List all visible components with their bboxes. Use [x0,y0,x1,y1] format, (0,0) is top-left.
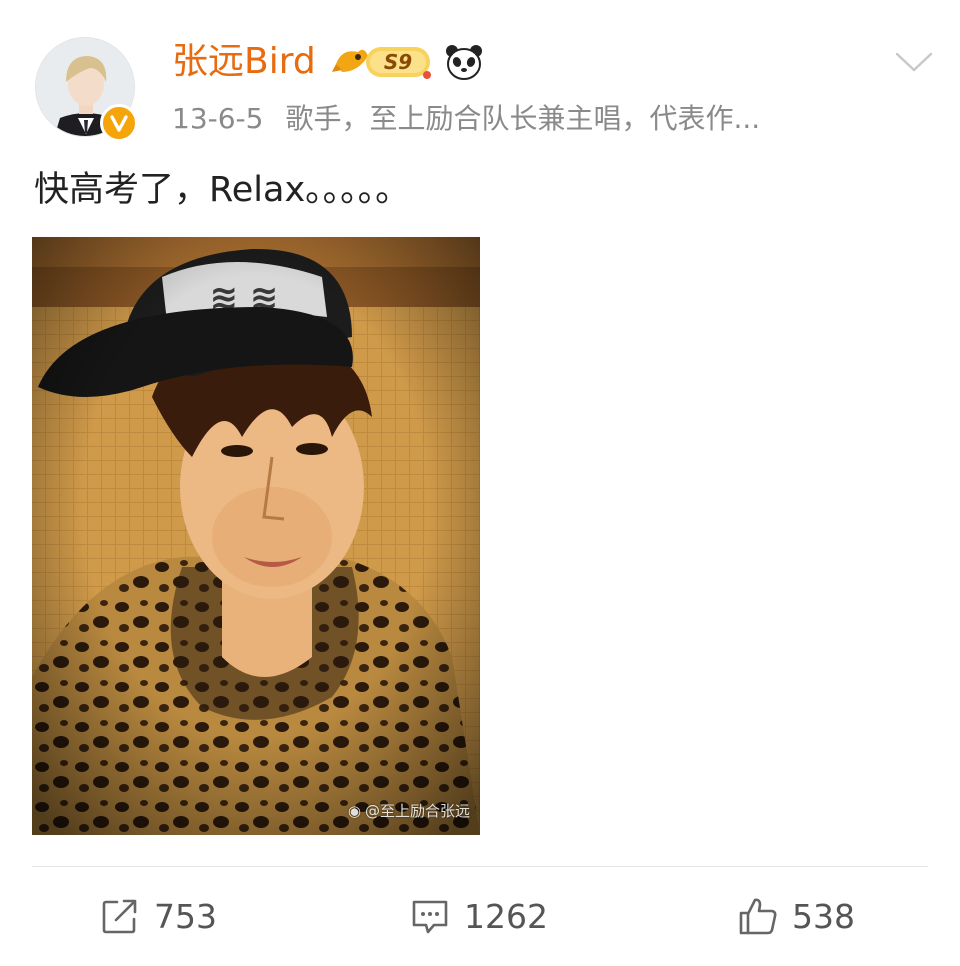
share-arrow-icon [102,899,137,934]
panda-icon [444,42,484,82]
comment-icon [412,900,448,934]
like-count: 538 [792,896,855,936]
post-image[interactable]: ≋ ≋ ◉ @至上励合张远 [32,237,480,835]
post-text: 快高考了，Relax。。。。。 [34,170,411,210]
level-badge-icon[interactable]: S9 [332,42,436,82]
post-meta: 13-6-5 歌手，至上励合队长兼主唱，代表作... [172,98,760,140]
verified-v-icon [100,104,138,142]
repost-count: 753 [154,896,217,936]
comment-count: 1262 [464,896,548,936]
like-button[interactable]: 538 [738,890,855,942]
repost-button[interactable]: 753 [100,890,217,942]
footer-divider [32,866,928,867]
watermark-text: @至上励合张远 [364,802,470,820]
author-name[interactable]: 张远Bird [172,38,316,86]
chevron-down-icon[interactable] [894,48,934,76]
comment-button[interactable]: 1262 [410,890,548,942]
weibo-logo-icon: ◉ [347,801,361,820]
post-date: 13-6-5 [172,102,264,135]
level-badge-text: S9 [384,50,412,74]
thumbs-up-icon [739,898,777,935]
weibo-post-card: 张远Bird S9 13-6-5 歌手，至上励合队长兼主唱，代表作... 快高考… [0,0,960,966]
author-bio: 歌手，至上励合队长兼主唱，代表作... [285,102,761,135]
image-watermark: ◉ @至上励合张远 [348,800,470,821]
